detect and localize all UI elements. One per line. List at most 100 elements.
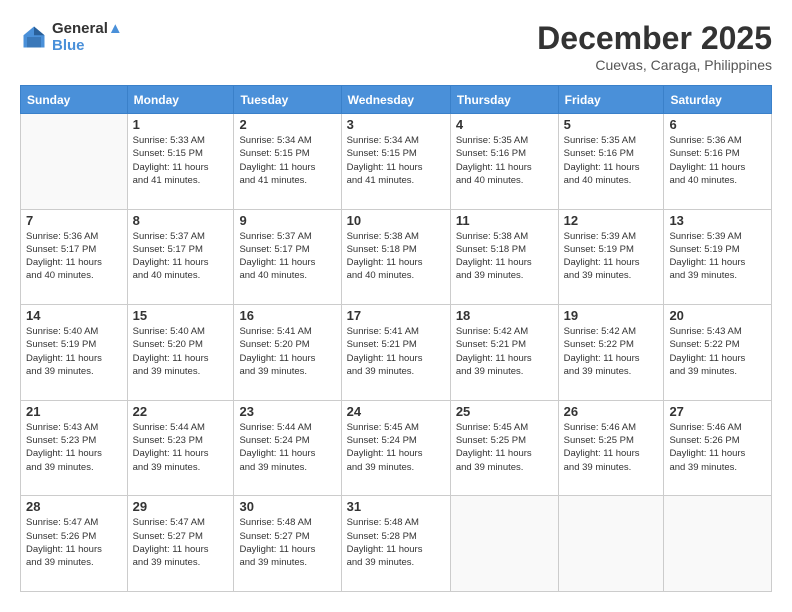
day-info: Sunrise: 5:42 AM Sunset: 5:21 PM Dayligh… xyxy=(456,325,553,378)
header: General▲ Blue December 2025 Cuevas, Cara… xyxy=(20,20,772,73)
day-info: Sunrise: 5:39 AM Sunset: 5:19 PM Dayligh… xyxy=(669,230,766,283)
calendar-header-saturday: Saturday xyxy=(664,86,772,114)
day-info: Sunrise: 5:37 AM Sunset: 5:17 PM Dayligh… xyxy=(133,230,229,283)
calendar-header-sunday: Sunday xyxy=(21,86,128,114)
calendar-cell: 28 Sunrise: 5:47 AM Sunset: 5:26 PM Dayli… xyxy=(21,496,128,592)
calendar-cell: 31 Sunrise: 5:48 AM Sunset: 5:28 PM Dayli… xyxy=(341,496,450,592)
calendar-cell: 10 Sunrise: 5:38 AM Sunset: 5:18 PM Dayli… xyxy=(341,209,450,305)
calendar-table: SundayMondayTuesdayWednesdayThursdayFrid… xyxy=(20,85,772,592)
calendar-header-tuesday: Tuesday xyxy=(234,86,341,114)
day-number: 2 xyxy=(239,117,335,132)
day-number: 25 xyxy=(456,404,553,419)
day-number: 3 xyxy=(347,117,445,132)
subtitle: Cuevas, Caraga, Philippines xyxy=(537,57,772,73)
day-info: Sunrise: 5:45 AM Sunset: 5:24 PM Dayligh… xyxy=(347,421,445,474)
day-number: 11 xyxy=(456,213,553,228)
calendar-cell: 24 Sunrise: 5:45 AM Sunset: 5:24 PM Dayli… xyxy=(341,400,450,496)
calendar-cell: 14 Sunrise: 5:40 AM Sunset: 5:19 PM Dayli… xyxy=(21,305,128,401)
day-info: Sunrise: 5:33 AM Sunset: 5:15 PM Dayligh… xyxy=(133,134,229,187)
logo-text: General▲ Blue xyxy=(52,20,123,54)
day-info: Sunrise: 5:37 AM Sunset: 5:17 PM Dayligh… xyxy=(239,230,335,283)
day-info: Sunrise: 5:46 AM Sunset: 5:26 PM Dayligh… xyxy=(669,421,766,474)
day-number: 27 xyxy=(669,404,766,419)
day-info: Sunrise: 5:45 AM Sunset: 5:25 PM Dayligh… xyxy=(456,421,553,474)
day-number: 18 xyxy=(456,308,553,323)
calendar-week-row: 28 Sunrise: 5:47 AM Sunset: 5:26 PM Dayli… xyxy=(21,496,772,592)
calendar-cell: 29 Sunrise: 5:47 AM Sunset: 5:27 PM Dayli… xyxy=(127,496,234,592)
day-number: 28 xyxy=(26,499,122,514)
day-info: Sunrise: 5:48 AM Sunset: 5:27 PM Dayligh… xyxy=(239,516,335,569)
day-info: Sunrise: 5:34 AM Sunset: 5:15 PM Dayligh… xyxy=(239,134,335,187)
day-info: Sunrise: 5:38 AM Sunset: 5:18 PM Dayligh… xyxy=(456,230,553,283)
day-info: Sunrise: 5:44 AM Sunset: 5:24 PM Dayligh… xyxy=(239,421,335,474)
calendar-cell: 4Sunrise: 5:35 AM Sunset: 5:16 PM Daylig… xyxy=(450,114,558,210)
day-info: Sunrise: 5:47 AM Sunset: 5:26 PM Dayligh… xyxy=(26,516,122,569)
calendar-cell: 1Sunrise: 5:33 AM Sunset: 5:15 PM Daylig… xyxy=(127,114,234,210)
day-number: 26 xyxy=(564,404,659,419)
day-info: Sunrise: 5:38 AM Sunset: 5:18 PM Dayligh… xyxy=(347,230,445,283)
calendar-cell: 22Sunrise: 5:44 AM Sunset: 5:23 PM Dayli… xyxy=(127,400,234,496)
day-number: 10 xyxy=(347,213,445,228)
calendar-header-thursday: Thursday xyxy=(450,86,558,114)
calendar-cell: 25 Sunrise: 5:45 AM Sunset: 5:25 PM Dayli… xyxy=(450,400,558,496)
calendar-cell xyxy=(21,114,128,210)
day-info: Sunrise: 5:35 AM Sunset: 5:16 PM Dayligh… xyxy=(456,134,553,187)
calendar-cell: 13 Sunrise: 5:39 AM Sunset: 5:19 PM Dayli… xyxy=(664,209,772,305)
calendar-cell: 17 Sunrise: 5:41 AM Sunset: 5:21 PM Dayli… xyxy=(341,305,450,401)
day-info: Sunrise: 5:41 AM Sunset: 5:21 PM Dayligh… xyxy=(347,325,445,378)
calendar-header-row: SundayMondayTuesdayWednesdayThursdayFrid… xyxy=(21,86,772,114)
day-info: Sunrise: 5:39 AM Sunset: 5:19 PM Dayligh… xyxy=(564,230,659,283)
day-info: Sunrise: 5:43 AM Sunset: 5:23 PM Dayligh… xyxy=(26,421,122,474)
day-number: 16 xyxy=(239,308,335,323)
day-number: 31 xyxy=(347,499,445,514)
day-info: Sunrise: 5:36 AM Sunset: 5:17 PM Dayligh… xyxy=(26,230,122,283)
day-number: 22 xyxy=(133,404,229,419)
calendar-cell: 7 Sunrise: 5:36 AM Sunset: 5:17 PM Daylig… xyxy=(21,209,128,305)
day-number: 12 xyxy=(564,213,659,228)
day-number: 14 xyxy=(26,308,122,323)
calendar-cell xyxy=(558,496,664,592)
calendar-cell: 30Sunrise: 5:48 AM Sunset: 5:27 PM Dayli… xyxy=(234,496,341,592)
calendar-week-row: 21 Sunrise: 5:43 AM Sunset: 5:23 PM Dayli… xyxy=(21,400,772,496)
day-info: Sunrise: 5:40 AM Sunset: 5:19 PM Dayligh… xyxy=(26,325,122,378)
calendar-cell: 23 Sunrise: 5:44 AM Sunset: 5:24 PM Dayli… xyxy=(234,400,341,496)
day-info: Sunrise: 5:43 AM Sunset: 5:22 PM Dayligh… xyxy=(669,325,766,378)
calendar-cell: 8 Sunrise: 5:37 AM Sunset: 5:17 PM Daylig… xyxy=(127,209,234,305)
calendar-cell: 2 Sunrise: 5:34 AM Sunset: 5:15 PM Daylig… xyxy=(234,114,341,210)
day-number: 6 xyxy=(669,117,766,132)
calendar-week-row: 1Sunrise: 5:33 AM Sunset: 5:15 PM Daylig… xyxy=(21,114,772,210)
day-info: Sunrise: 5:46 AM Sunset: 5:25 PM Dayligh… xyxy=(564,421,659,474)
calendar-cell: 21 Sunrise: 5:43 AM Sunset: 5:23 PM Dayli… xyxy=(21,400,128,496)
day-number: 17 xyxy=(347,308,445,323)
day-number: 24 xyxy=(347,404,445,419)
day-info: Sunrise: 5:48 AM Sunset: 5:28 PM Dayligh… xyxy=(347,516,445,569)
logo-icon xyxy=(20,23,48,51)
logo: General▲ Blue xyxy=(20,20,123,54)
title-block: December 2025 Cuevas, Caraga, Philippine… xyxy=(537,20,772,73)
calendar-cell: 6 Sunrise: 5:36 AM Sunset: 5:16 PM Daylig… xyxy=(664,114,772,210)
day-number: 23 xyxy=(239,404,335,419)
calendar-week-row: 7 Sunrise: 5:36 AM Sunset: 5:17 PM Daylig… xyxy=(21,209,772,305)
calendar-cell: 20 Sunrise: 5:43 AM Sunset: 5:22 PM Dayli… xyxy=(664,305,772,401)
calendar-cell: 9 Sunrise: 5:37 AM Sunset: 5:17 PM Daylig… xyxy=(234,209,341,305)
page: General▲ Blue December 2025 Cuevas, Cara… xyxy=(0,0,792,612)
calendar-header-wednesday: Wednesday xyxy=(341,86,450,114)
day-info: Sunrise: 5:41 AM Sunset: 5:20 PM Dayligh… xyxy=(239,325,335,378)
day-number: 20 xyxy=(669,308,766,323)
day-info: Sunrise: 5:47 AM Sunset: 5:27 PM Dayligh… xyxy=(133,516,229,569)
day-number: 21 xyxy=(26,404,122,419)
calendar-cell: 3Sunrise: 5:34 AM Sunset: 5:15 PM Daylig… xyxy=(341,114,450,210)
calendar-cell: 5Sunrise: 5:35 AM Sunset: 5:16 PM Daylig… xyxy=(558,114,664,210)
calendar-cell: 19Sunrise: 5:42 AM Sunset: 5:22 PM Dayli… xyxy=(558,305,664,401)
calendar-week-row: 14 Sunrise: 5:40 AM Sunset: 5:19 PM Dayli… xyxy=(21,305,772,401)
day-number: 8 xyxy=(133,213,229,228)
day-info: Sunrise: 5:40 AM Sunset: 5:20 PM Dayligh… xyxy=(133,325,229,378)
calendar-cell xyxy=(450,496,558,592)
day-number: 29 xyxy=(133,499,229,514)
day-number: 7 xyxy=(26,213,122,228)
day-info: Sunrise: 5:36 AM Sunset: 5:16 PM Dayligh… xyxy=(669,134,766,187)
day-number: 13 xyxy=(669,213,766,228)
day-number: 9 xyxy=(239,213,335,228)
calendar-header-friday: Friday xyxy=(558,86,664,114)
calendar-header-monday: Monday xyxy=(127,86,234,114)
